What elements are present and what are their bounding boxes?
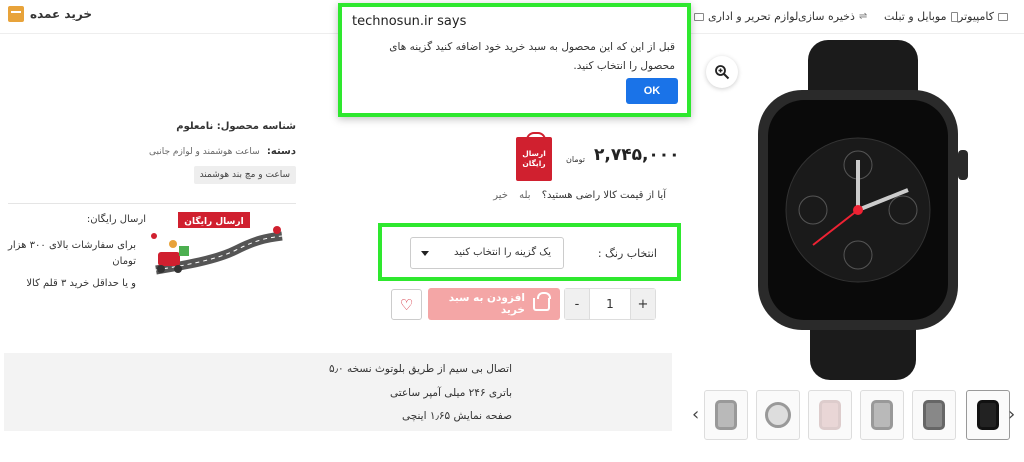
stationery-icon — [694, 12, 704, 21]
add-to-cart-label: افزودن به سبد خرید — [448, 292, 525, 316]
quantity-stepper: - 1 + — [564, 288, 656, 320]
product-category: دسته: ساعت هوشمند و لوازم جانبی — [149, 146, 296, 157]
heart-icon: ♡ — [399, 295, 414, 314]
basket-icon — [532, 291, 552, 311]
nav-item-label: کامپیوتر — [958, 10, 994, 23]
price-satisfaction: آیا از قیمت کالا راضی هستید؟ بله خیر — [493, 190, 666, 201]
product-tag[interactable]: ساعت و مچ بند هوشمند — [194, 166, 296, 184]
monitor-icon — [997, 12, 1008, 21]
shipping-condition: برای سفارشات بالای ۳۰۰ هزار تومان — [8, 240, 136, 267]
nav-item-label: ذخیره سازی — [798, 10, 855, 23]
dialog-message: قبل از این که این محصول به سبد خرید خود … — [389, 41, 675, 72]
thumbnail[interactable] — [808, 390, 852, 440]
chevron-right-icon[interactable]: › — [1008, 404, 1015, 425]
nav-item-label: لوازم تحریر و اداری — [708, 10, 799, 23]
feature-list: اتصال بی سیم از طریق بلوتوث نسخه ۵٫۰ بات… — [4, 353, 672, 431]
nav-item-label: موبایل و تبلت — [884, 10, 947, 23]
shipping-art-label: ارسال رایگان — [184, 215, 243, 227]
color-option-group: انتخاب رنگ : یک گزینه را انتخاب کنید — [378, 223, 681, 281]
free-shipping-illustration: ارسال رایگان — [151, 212, 283, 275]
satisfaction-question: آیا از قیمت کالا راضی هستید؟ — [541, 190, 666, 201]
usb-icon: ⇌ — [858, 11, 868, 22]
bulk-purchase-label: خرید عمده — [30, 7, 92, 21]
product-image[interactable] — [718, 40, 1008, 380]
thumbnail[interactable] — [704, 390, 748, 440]
feature-item: باتری ۲۴۶ میلی آمپر ساعتی — [389, 387, 512, 399]
add-to-cart-button[interactable]: افزودن به سبد خرید — [428, 288, 560, 320]
thumbnail[interactable] — [860, 390, 904, 440]
nav-item-computer[interactable]: کامپیوتر — [958, 10, 1008, 23]
divider — [8, 203, 296, 204]
color-select-value: یک گزینه را انتخاب کنید — [453, 247, 551, 258]
quantity-increment-button[interactable]: + — [631, 289, 655, 319]
wishlist-button[interactable]: ♡ — [391, 289, 422, 320]
price-currency: تومان — [566, 155, 585, 164]
bulk-purchase-link[interactable]: خرید عمده — [8, 6, 92, 22]
free-shipping-badge: ارسال رایگان — [516, 132, 552, 181]
dialog-title: technosun.ir says — [352, 14, 467, 29]
color-select[interactable]: یک گزینه را انتخاب کنید — [410, 237, 564, 269]
mobile-icon — [950, 11, 958, 22]
nav-item-mobile[interactable]: موبایل و تبلت — [884, 10, 958, 23]
shipping-title: ارسال رایگان: — [86, 214, 146, 225]
thumbnail[interactable] — [912, 390, 956, 440]
free-shipping-badge-label: ارسال رایگان — [522, 149, 546, 168]
product-sku: شناسه محصول: نامعلوم — [176, 121, 296, 132]
color-label: انتخاب رنگ : — [597, 247, 657, 260]
quantity-decrement-button[interactable]: - — [565, 289, 589, 319]
thumbnail[interactable] — [756, 390, 800, 440]
feature-item: صفحه نمایش ۱٫۶۵ اینچی — [401, 410, 512, 422]
dialog-ok-button[interactable]: OK — [626, 78, 678, 104]
product-price: ۲,۷۴۵,۰۰۰ — [594, 145, 680, 165]
nav-item-stationery[interactable]: لوازم تحریر و اداری — [694, 10, 798, 23]
shipping-condition-alt: و یا حداقل خرید ۳ قلم کالا — [26, 278, 136, 289]
nav-item-storage[interactable]: ذخیره سازی ⇌ — [798, 10, 867, 23]
thumbnail-active[interactable] — [966, 390, 1010, 440]
quantity-input[interactable]: 1 — [589, 289, 631, 319]
alert-dialog: technosun.ir says قبل از این که این محصو… — [338, 3, 691, 117]
category-label: دسته: — [266, 146, 296, 157]
satisfaction-yes-link[interactable]: بله — [519, 190, 530, 201]
box-icon — [8, 6, 24, 22]
chevron-down-icon — [421, 251, 429, 256]
chevron-left-icon[interactable]: ‹ — [692, 404, 699, 425]
feature-item: اتصال بی سیم از طریق بلوتوث نسخه ۵٫۰ — [328, 363, 512, 375]
thumbnail-strip: ‹ › — [690, 386, 1024, 442]
category-link[interactable]: ساعت هوشمند و لوازم جانبی — [149, 147, 260, 157]
satisfaction-no-link[interactable]: خیر — [493, 190, 508, 201]
